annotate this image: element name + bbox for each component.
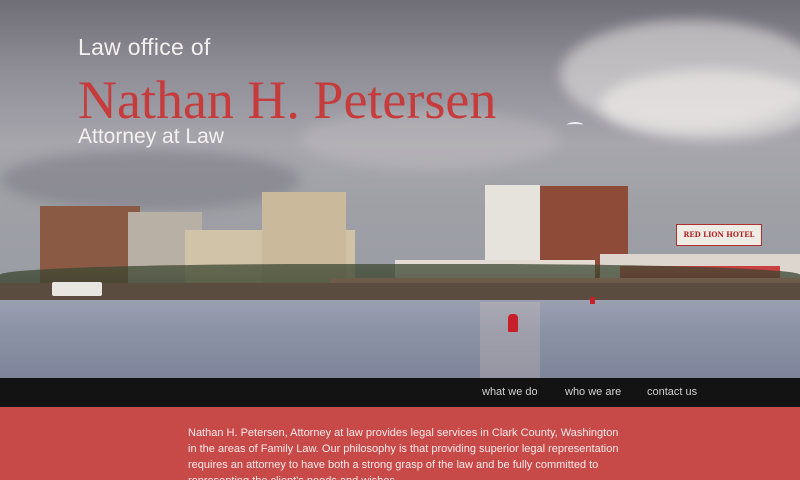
cloud xyxy=(600,70,800,140)
pier xyxy=(0,283,800,301)
page-title: Nathan H. Petersen xyxy=(78,70,497,130)
hotel-sign: RED LION HOTEL xyxy=(676,224,762,246)
page-subtitle: Attorney at Law xyxy=(78,125,224,148)
buoy xyxy=(590,297,595,304)
main-nav: what we do who we are contact us xyxy=(0,378,800,407)
buoy xyxy=(508,314,518,332)
pre-title: Law office of xyxy=(78,34,211,60)
boat xyxy=(52,282,102,296)
hotel-sign-text: RED LION HOTEL xyxy=(683,230,755,239)
nav-link-what-we-do[interactable]: what we do xyxy=(482,386,538,398)
bird-icon xyxy=(567,122,583,128)
intro-section: Nathan H. Petersen, Attorney at law prov… xyxy=(0,407,800,480)
nav-link-who-we-are[interactable]: who we are xyxy=(565,386,621,398)
nav-link-contact-us[interactable]: contact us xyxy=(647,386,697,398)
river-water xyxy=(0,300,800,378)
intro-text: Nathan H. Petersen, Attorney at law prov… xyxy=(188,427,619,480)
hero-banner: RED LION HOTEL Law office of Nathan H. P… xyxy=(0,0,800,378)
